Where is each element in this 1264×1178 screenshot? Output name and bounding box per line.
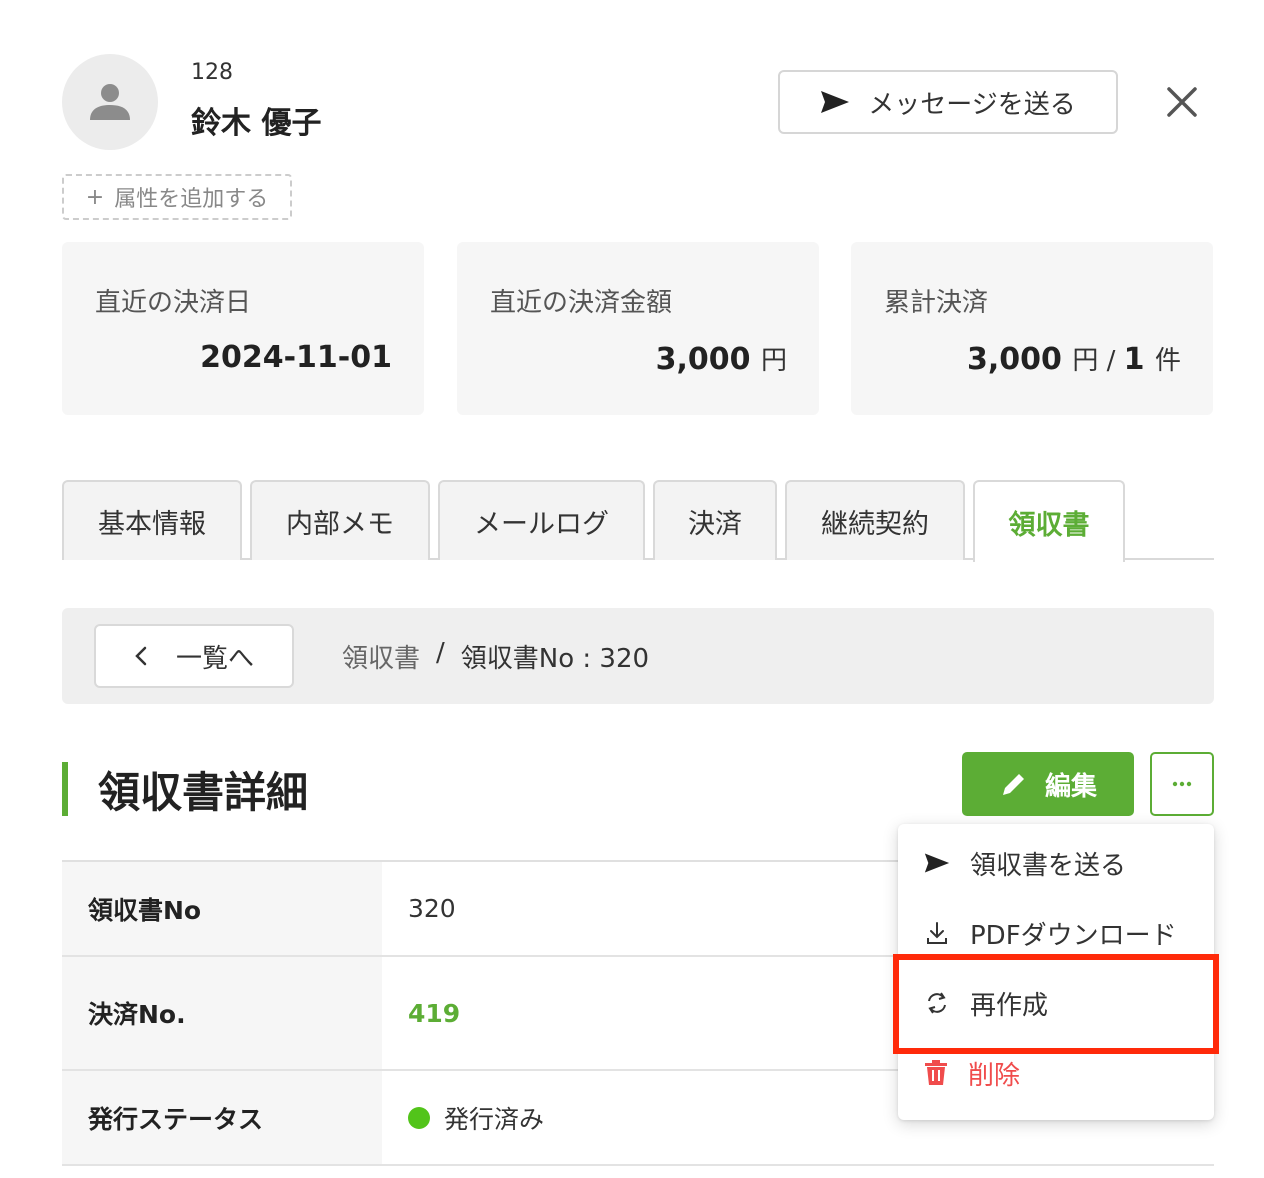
- menu-item-send-receipt[interactable]: 領収書を送る: [898, 830, 1214, 896]
- breadcrumb-bar: 一覧へ 領収書 / 領収書No : 320: [62, 608, 1214, 704]
- edit-label: 編集: [1044, 771, 1097, 802]
- stat-value: 3,000 円: [655, 342, 787, 377]
- menu-item-label: 領収書を送る: [970, 850, 1127, 881]
- stat-label: 直近の決済日: [95, 288, 252, 318]
- tab-subscription[interactable]: 継続契約: [785, 480, 965, 560]
- stat-value: 3,000 円 / 1 件: [966, 342, 1181, 377]
- breadcrumb: 領収書 / 領収書No : 320: [342, 638, 649, 675]
- breadcrumb-current: 領収書No : 320: [460, 644, 650, 674]
- row-label: 決済No.: [62, 957, 382, 1069]
- tab-mail-log[interactable]: メールログ: [438, 480, 645, 560]
- add-attribute-button[interactable]: + 属性を追加する: [62, 174, 292, 220]
- stat-label: 累計決済: [884, 288, 989, 318]
- user-name: 鈴木 優子: [191, 106, 322, 141]
- download-icon: [927, 922, 947, 944]
- page-title: 領収書詳細: [62, 762, 308, 817]
- tab-bar: 基本情報 内部メモ メールログ 決済 継続契約 領収書: [62, 480, 1214, 562]
- trash-icon: [925, 1060, 947, 1085]
- plus-icon: +: [85, 184, 105, 210]
- breadcrumb-separator: /: [436, 638, 445, 668]
- stat-card-last-payment-amount: 直近の決済金額 3,000 円: [457, 242, 819, 415]
- back-label: 一覧へ: [175, 643, 254, 674]
- row-label: 発行ステータス: [62, 1071, 382, 1164]
- menu-item-label: 削除: [968, 1060, 1021, 1091]
- stat-card-last-payment-date: 直近の決済日 2024-11-01: [62, 242, 424, 415]
- stat-value: 2024-11-01: [200, 340, 392, 375]
- row-label: 領収書No: [62, 862, 382, 955]
- breadcrumb-parent[interactable]: 領収書: [342, 638, 420, 675]
- user-id: 128: [191, 60, 233, 85]
- avatar: [62, 54, 158, 150]
- more-icon: [1172, 781, 1192, 787]
- send-icon: [821, 91, 850, 113]
- close-icon: [1167, 87, 1197, 117]
- status-text: 発行済み: [444, 1104, 545, 1134]
- stat-label: 直近の決済金額: [490, 288, 673, 318]
- back-to-list-button[interactable]: 一覧へ: [94, 624, 294, 688]
- highlight-box: [893, 954, 1219, 1054]
- tab-internal-memo[interactable]: 内部メモ: [250, 480, 430, 560]
- send-icon: [924, 853, 950, 873]
- tab-basic-info[interactable]: 基本情報: [62, 480, 242, 560]
- user-icon: [90, 84, 130, 120]
- send-message-label: メッセージを送る: [868, 89, 1076, 120]
- status-dot: [408, 1106, 430, 1129]
- pencil-icon: [1002, 774, 1024, 795]
- close-button[interactable]: [1160, 80, 1204, 124]
- send-message-button[interactable]: メッセージを送る: [778, 70, 1118, 134]
- add-attribute-label: 属性を追加する: [114, 187, 269, 212]
- tab-payment[interactable]: 決済: [653, 480, 777, 560]
- edit-button[interactable]: 編集: [962, 752, 1134, 816]
- tab-receipt[interactable]: 領収書: [973, 480, 1125, 562]
- chevron-left-icon: [135, 646, 147, 666]
- stat-card-total-payment: 累計決済 3,000 円 / 1 件: [851, 242, 1213, 415]
- menu-item-label: PDFダウンロード: [970, 920, 1177, 951]
- more-actions-button[interactable]: [1150, 752, 1214, 816]
